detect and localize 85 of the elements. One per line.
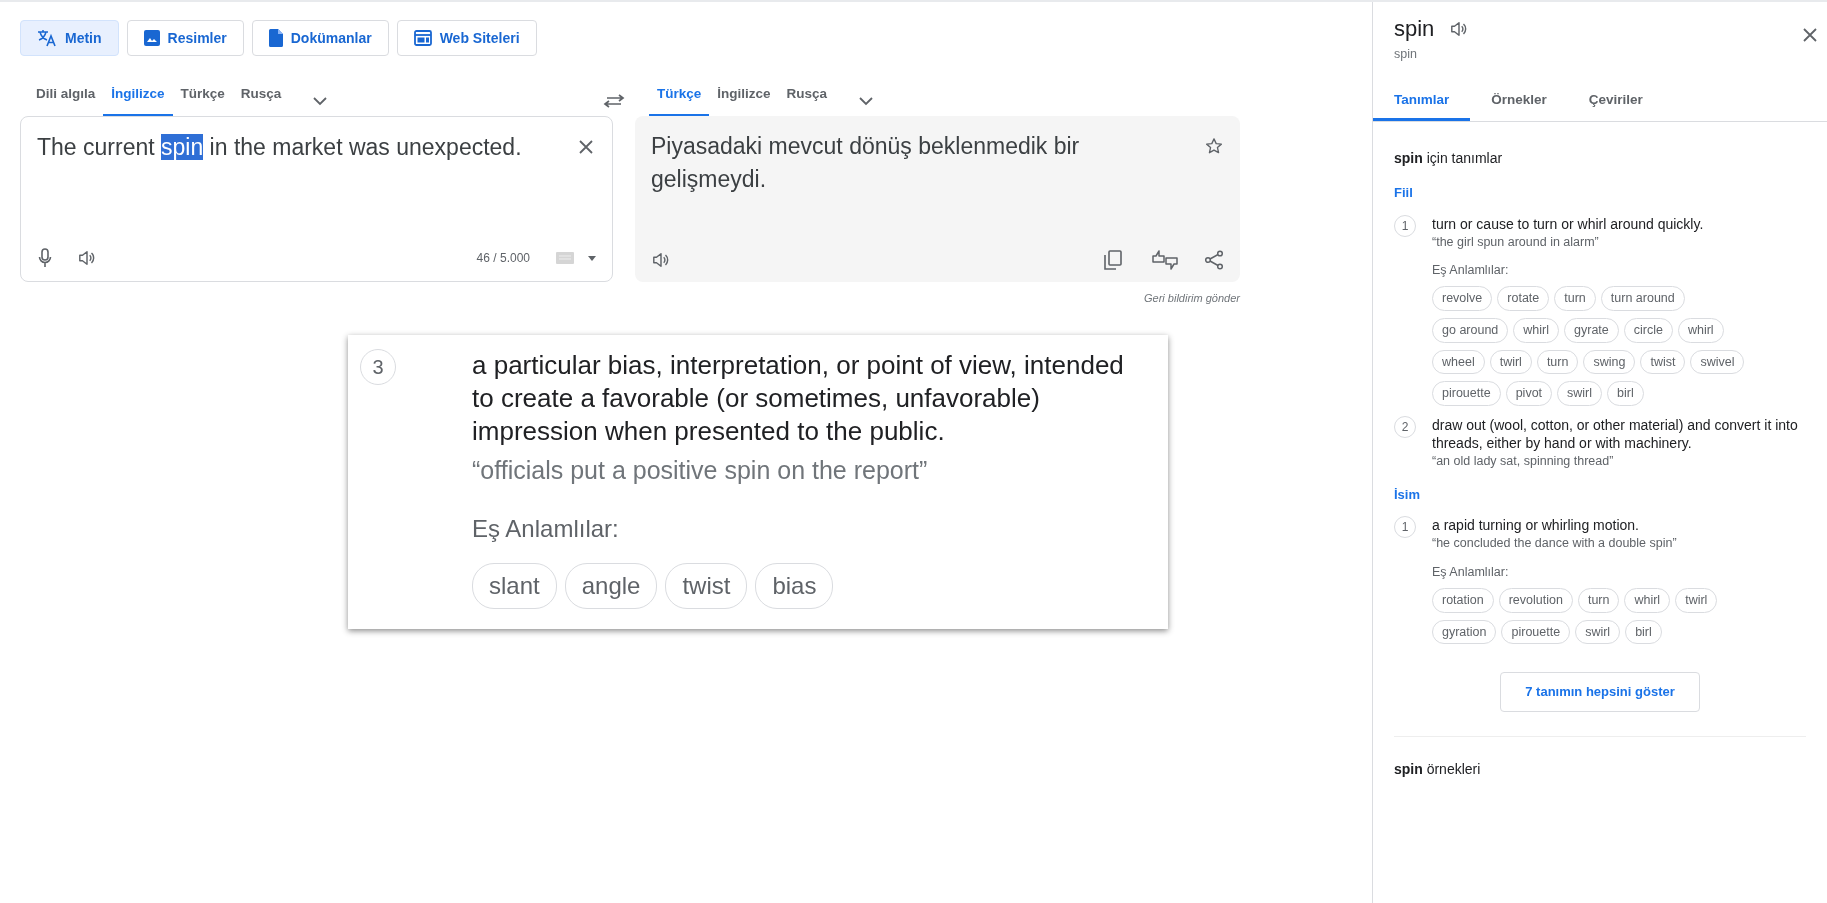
synonym-chip[interactable]: gyration bbox=[1432, 619, 1497, 645]
document-icon bbox=[268, 29, 283, 47]
translate-icon bbox=[37, 29, 57, 47]
image-icon bbox=[143, 30, 160, 46]
share-icon[interactable] bbox=[1204, 250, 1224, 270]
show-all-button[interactable]: 7 tanımın hepsini göster bbox=[1500, 672, 1700, 712]
definition-text: a particular bias, interpretation, or point of view, intended to create a favorable (or sometimes, unfavorable) impression when presented to the public. bbox=[472, 348, 1125, 448]
synonym-chip[interactable]: revolve bbox=[1432, 286, 1493, 311]
synonym-chip[interactable]: twirl bbox=[1489, 349, 1532, 375]
synonym-chip[interactable]: pirouette bbox=[1432, 381, 1501, 406]
synonym-chip[interactable]: wheel bbox=[1432, 349, 1485, 375]
synonym-chip[interactable]: go around bbox=[1432, 317, 1509, 343]
mode-tab[interactable]: Metin bbox=[20, 20, 119, 56]
synonym-chip[interactable]: angle bbox=[564, 563, 658, 609]
mode-tab[interactable]: Web Siteleri bbox=[396, 20, 537, 56]
synonym-chip[interactable]: gyrate bbox=[1564, 317, 1619, 343]
translation-text: Piyasadaki mevcut dönüş beklenmedik bir gelişmeydi. bbox=[651, 132, 1081, 194]
synonyms-label: Eş Anlamlılar: bbox=[1432, 262, 1510, 280]
synonym-chip[interactable]: revolution bbox=[1498, 587, 1573, 613]
synonym-chip[interactable]: swivel bbox=[1690, 349, 1745, 375]
microphone-icon[interactable] bbox=[37, 247, 53, 269]
dictionary-tab[interactable]: Çeviriler bbox=[1567, 79, 1664, 121]
definition-text: turn or cause to turn or whirl around quickly. bbox=[1432, 214, 1705, 233]
example-text: “the girl spun around in alarm” bbox=[1432, 233, 1600, 251]
synonym-chip[interactable]: pirouette bbox=[1501, 619, 1571, 645]
synonym-chip[interactable]: whirl bbox=[1624, 587, 1671, 613]
language-tab[interactable]: İngilizce bbox=[103, 71, 173, 116]
character-count: 46 / 5.000 bbox=[476, 250, 530, 267]
synonym-chip[interactable]: slant bbox=[472, 563, 557, 609]
dictionary-word: spin bbox=[1394, 15, 1435, 43]
synonym-chip[interactable]: twist bbox=[665, 563, 748, 609]
mode-tab[interactable]: Resimler bbox=[126, 20, 244, 56]
synonym-chip[interactable]: swirl bbox=[1557, 381, 1603, 406]
definition-text: draw out (wool, cotton, or other material) and convert it into threads, either by hand or with machinery. bbox=[1432, 416, 1799, 452]
speaker-icon[interactable] bbox=[651, 250, 671, 270]
feedback-link[interactable]: Geri bildirim gönder bbox=[1144, 290, 1240, 307]
example-text: “officials put a positive spin on the report” bbox=[472, 454, 929, 486]
example-text: “an old lady sat, spinning thread” bbox=[1432, 453, 1615, 470]
mode-tab[interactable]: Dokümanlar bbox=[251, 20, 389, 56]
synonyms-label: Eş Anlamlılar: bbox=[472, 514, 620, 544]
star-icon[interactable] bbox=[1204, 136, 1224, 156]
section-heading: spin örnekleri bbox=[1394, 759, 1482, 779]
source-text: The current spin in the market was unexpected. bbox=[37, 133, 522, 162]
language-tab[interactable]: Rusça bbox=[778, 71, 836, 116]
language-tab[interactable]: Rusça bbox=[232, 71, 290, 116]
speaker-icon[interactable] bbox=[1450, 19, 1469, 38]
dictionary-tab[interactable]: Örnekler bbox=[1470, 79, 1568, 121]
synonym-chip[interactable]: turn bbox=[1554, 286, 1596, 311]
synonym-chip[interactable]: swing bbox=[1583, 349, 1636, 375]
speaker-icon[interactable] bbox=[77, 248, 97, 268]
synonym-chip[interactable]: rotation bbox=[1432, 587, 1494, 613]
synonym-chip[interactable]: bias bbox=[755, 563, 834, 609]
synonym-chip[interactable]: twist bbox=[1640, 349, 1686, 375]
synonym-chip[interactable]: rotate bbox=[1497, 286, 1550, 311]
dictionary-tab[interactable]: Tanımlar bbox=[1373, 79, 1471, 121]
synonym-chip[interactable]: swirl bbox=[1575, 619, 1621, 645]
dictionary-subtitle: spin bbox=[1394, 46, 1418, 63]
synonym-chip[interactable]: circle bbox=[1623, 317, 1673, 343]
synonyms-label: Eş Anlamlılar: bbox=[1432, 564, 1510, 581]
chevron-down-icon[interactable] bbox=[859, 94, 874, 108]
part-of-speech: İsim bbox=[1394, 485, 1421, 504]
synonym-chip[interactable]: pivot bbox=[1505, 381, 1553, 406]
part-of-speech: Fiil bbox=[1394, 184, 1414, 202]
synonym-chip[interactable]: birl bbox=[1607, 381, 1644, 406]
synonym-chip[interactable]: birl bbox=[1625, 619, 1662, 645]
copy-icon[interactable] bbox=[1104, 250, 1122, 270]
synonym-chip[interactable]: whirl bbox=[1677, 317, 1724, 343]
synonym-chip[interactable]: whirl bbox=[1513, 317, 1559, 343]
close-icon[interactable] bbox=[1801, 26, 1819, 44]
chevron-down-icon[interactable] bbox=[313, 94, 328, 108]
thumbs-icon[interactable] bbox=[1152, 250, 1178, 270]
example-text: “he concluded the dance with a double spin” bbox=[1432, 535, 1678, 553]
caret-icon[interactable] bbox=[588, 255, 596, 261]
synonym-chip[interactable]: turn bbox=[1536, 349, 1579, 375]
language-tab[interactable]: Türkçe bbox=[172, 71, 233, 116]
synonym-chip[interactable]: turn bbox=[1577, 587, 1620, 613]
synonym-chip[interactable]: turn around bbox=[1600, 286, 1685, 311]
synonym-chip[interactable]: twirl bbox=[1675, 587, 1718, 613]
section-heading: spin için tanımlar bbox=[1394, 149, 1504, 168]
language-tab[interactable]: Dili algıla bbox=[28, 71, 104, 116]
definition-text: a rapid turning or whirling motion. bbox=[1432, 516, 1640, 535]
swap-icon[interactable] bbox=[603, 94, 625, 108]
language-tab[interactable]: İngilizce bbox=[709, 71, 779, 116]
web-page-icon bbox=[413, 30, 432, 46]
source-text-field[interactable]: The current spin in the market was unexpected. 46 / 5.000 bbox=[20, 116, 613, 282]
